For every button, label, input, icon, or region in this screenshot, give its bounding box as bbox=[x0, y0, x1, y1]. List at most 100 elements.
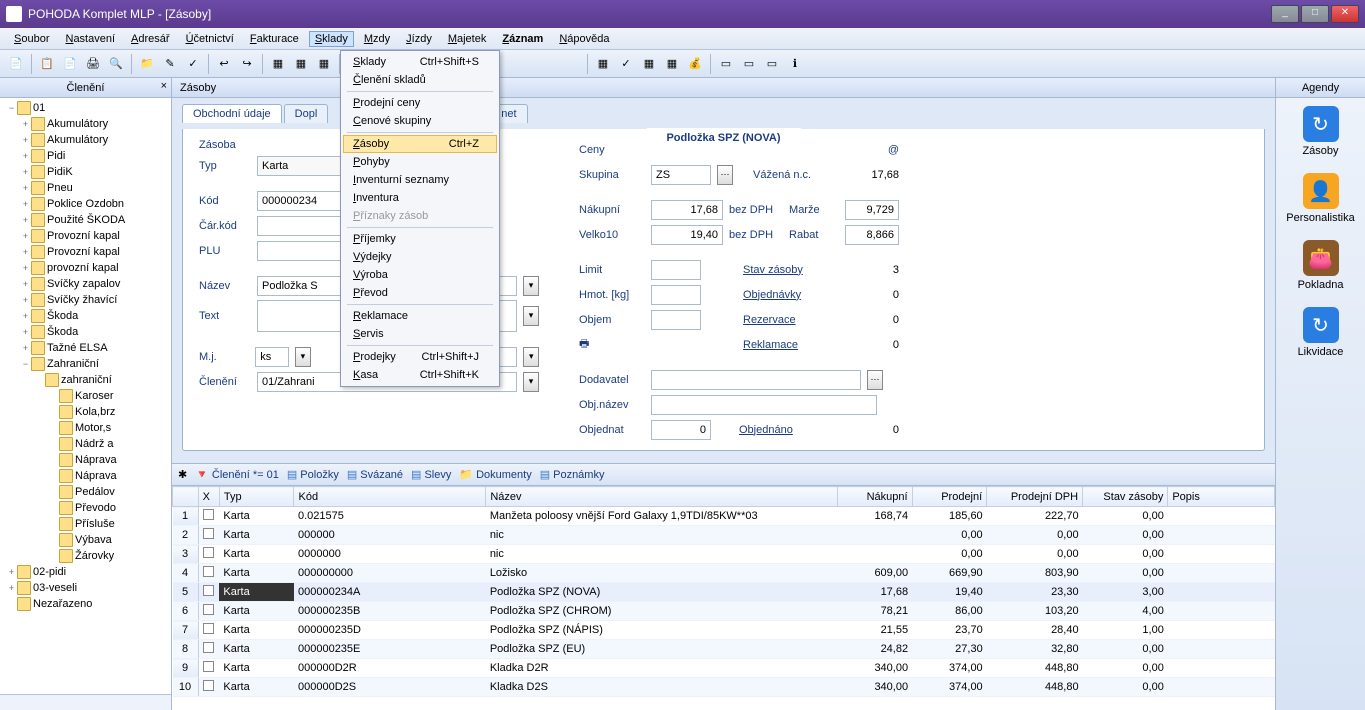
carkod-input[interactable] bbox=[257, 216, 345, 236]
kod-input[interactable] bbox=[257, 191, 345, 211]
tool-icon[interactable]: ▦ bbox=[639, 54, 659, 74]
dropdown-icon[interactable]: ▾ bbox=[295, 347, 311, 367]
menu-item[interactable]: Jízdy bbox=[400, 31, 438, 47]
tool-icon[interactable]: ▭ bbox=[762, 54, 782, 74]
tree-node[interactable]: +03-veseli bbox=[0, 580, 171, 596]
table-row[interactable]: 7Karta000000235DPodložka SPZ (NÁPIS)21,5… bbox=[173, 621, 1275, 640]
tool-icon[interactable]: ▭ bbox=[716, 54, 736, 74]
agenda-item[interactable]: ↻Likvidace bbox=[1276, 299, 1365, 366]
objnazev-input[interactable] bbox=[651, 395, 877, 415]
table-row[interactable]: 8Karta000000235EPodložka SPZ (EU)24,8227… bbox=[173, 640, 1275, 659]
velko-input[interactable] bbox=[651, 225, 723, 245]
menu-item[interactable]: Záznam bbox=[496, 31, 549, 47]
tree-node[interactable]: Výbava bbox=[0, 532, 171, 548]
field-label[interactable]: Objednáno bbox=[739, 424, 793, 436]
menu-item[interactable]: Pohyby bbox=[343, 153, 497, 171]
tool-icon[interactable]: ▦ bbox=[314, 54, 334, 74]
tree-node[interactable]: +PidiK bbox=[0, 164, 171, 180]
menu-item[interactable]: KasaCtrl+Shift+K bbox=[343, 366, 497, 384]
grid-filter[interactable]: 🔻Členění *= 01 bbox=[195, 468, 279, 481]
menu-item[interactable]: Účetnictví bbox=[180, 31, 240, 47]
col-header[interactable]: X bbox=[198, 487, 219, 507]
menu-item[interactable]: Inventura bbox=[343, 189, 497, 207]
tree-node[interactable]: +Provozní kapal bbox=[0, 244, 171, 260]
tree-node[interactable]: Kola,brz bbox=[0, 404, 171, 420]
agenda-item[interactable]: 👛Pokladna bbox=[1276, 232, 1365, 299]
tree-node[interactable]: Přísluše bbox=[0, 516, 171, 532]
tool-icon[interactable]: 🔍 bbox=[106, 54, 126, 74]
dropdown-icon[interactable]: ▾ bbox=[523, 372, 539, 392]
table-row[interactable]: 3Karta0000000nic0,000,000,00 bbox=[173, 545, 1275, 564]
menu-item[interactable]: Nápověda bbox=[553, 31, 615, 47]
tree-node[interactable]: Nezařazeno bbox=[0, 596, 171, 612]
tree-node[interactable]: +02-pidi bbox=[0, 564, 171, 580]
tree-node[interactable]: +Akumulátory bbox=[0, 132, 171, 148]
nakupni-input[interactable] bbox=[651, 200, 723, 220]
tree-node[interactable]: +Škoda bbox=[0, 324, 171, 340]
agenda-item[interactable]: 👤Personalistika bbox=[1276, 165, 1365, 232]
dropdown-icon[interactable]: ▾ bbox=[523, 347, 539, 367]
subtab[interactable]: Obchodní údaje bbox=[182, 104, 282, 123]
subtab[interactable]: Dopl bbox=[284, 104, 329, 123]
menu-item[interactable]: Inventurní seznamy bbox=[343, 171, 497, 189]
tree-node[interactable]: zahraniční bbox=[0, 372, 171, 388]
menu-item[interactable]: Nastavení bbox=[59, 31, 121, 47]
dropdown-icon[interactable]: ▾ bbox=[523, 306, 539, 326]
tool-icon[interactable]: ↩ bbox=[214, 54, 234, 74]
tree-node[interactable]: Náprava bbox=[0, 452, 171, 468]
filter-icon[interactable]: ✱ bbox=[178, 468, 187, 481]
menu-item[interactable]: Sklady bbox=[309, 31, 354, 47]
tree-node[interactable]: Karoser bbox=[0, 388, 171, 404]
grid-tab[interactable]: ▤Poznámky bbox=[540, 468, 605, 481]
field-label[interactable]: Objednávky bbox=[743, 289, 801, 301]
tree-node[interactable]: +Akumulátory bbox=[0, 116, 171, 132]
dropdown-icon[interactable]: ⋯ bbox=[867, 370, 883, 390]
table-row[interactable]: 2Karta000000nic0,000,000,00 bbox=[173, 526, 1275, 545]
panel-close-icon[interactable]: × bbox=[161, 80, 167, 92]
table-row[interactable]: 1Karta0.021575Manžeta poloosy vnější For… bbox=[173, 507, 1275, 526]
print-icon[interactable]: 🖶 bbox=[579, 335, 645, 354]
tree-node[interactable]: Motor,s bbox=[0, 420, 171, 436]
menu-item[interactable]: SkladyCtrl+Shift+S bbox=[343, 53, 497, 71]
tree-node[interactable]: +Svíčky zapalov bbox=[0, 276, 171, 292]
menu-item[interactable]: Fakturace bbox=[244, 31, 305, 47]
menu-item[interactable]: Prodejní ceny bbox=[343, 94, 497, 112]
marze-input[interactable] bbox=[845, 200, 899, 220]
tool-icon[interactable]: ✓ bbox=[183, 54, 203, 74]
tool-icon[interactable]: ✓ bbox=[616, 54, 636, 74]
menu-item[interactable]: Servis bbox=[343, 325, 497, 343]
tree-node[interactable]: +Použité ŠKODA bbox=[0, 212, 171, 228]
tool-icon[interactable]: 🖨 bbox=[83, 54, 103, 74]
hmot-input[interactable] bbox=[651, 285, 701, 305]
tool-icon[interactable]: 📄 bbox=[6, 54, 26, 74]
tool-icon[interactable]: 💰 bbox=[685, 54, 705, 74]
col-header[interactable]: Typ bbox=[219, 487, 294, 507]
tree-node[interactable]: Žárovky bbox=[0, 548, 171, 564]
menu-item[interactable]: Mzdy bbox=[358, 31, 396, 47]
tool-icon[interactable]: ▦ bbox=[268, 54, 288, 74]
tree-node[interactable]: +Svíčky žhavící bbox=[0, 292, 171, 308]
menu-item[interactable]: Výroba bbox=[343, 266, 497, 284]
menu-item[interactable]: Adresář bbox=[125, 31, 176, 47]
dodavatel-input[interactable] bbox=[651, 370, 861, 390]
col-header[interactable]: Nákupní bbox=[838, 487, 913, 507]
col-header[interactable]: Prodejní DPH bbox=[987, 487, 1083, 507]
dropdown-icon[interactable]: ⋯ bbox=[717, 165, 733, 185]
mj-input[interactable] bbox=[255, 347, 289, 367]
table-row[interactable]: 5Karta000000234APodložka SPZ (NOVA)17,68… bbox=[173, 583, 1275, 602]
tree-node[interactable]: −Zahraniční bbox=[0, 356, 171, 372]
tree-node[interactable]: +Pneu bbox=[0, 180, 171, 196]
maximize-button[interactable]: □ bbox=[1301, 5, 1329, 23]
tool-icon[interactable]: ▦ bbox=[593, 54, 613, 74]
table-row[interactable]: 10Karta000000D2SKladka D2S340,00374,0044… bbox=[173, 678, 1275, 697]
tool-icon[interactable]: ↪ bbox=[237, 54, 257, 74]
tree-scrollbar[interactable] bbox=[0, 694, 171, 710]
menu-item[interactable]: Cenové skupiny bbox=[343, 112, 497, 130]
table-row[interactable]: 4Karta000000000Ložisko609,00669,90803,90… bbox=[173, 564, 1275, 583]
tool-icon[interactable]: ▦ bbox=[291, 54, 311, 74]
field-label[interactable]: Reklamace bbox=[743, 339, 798, 351]
tool-icon[interactable]: ▭ bbox=[739, 54, 759, 74]
menu-item[interactable]: ProdejkyCtrl+Shift+J bbox=[343, 348, 497, 366]
menu-item[interactable]: Reklamace bbox=[343, 307, 497, 325]
tool-icon[interactable]: ✎ bbox=[160, 54, 180, 74]
